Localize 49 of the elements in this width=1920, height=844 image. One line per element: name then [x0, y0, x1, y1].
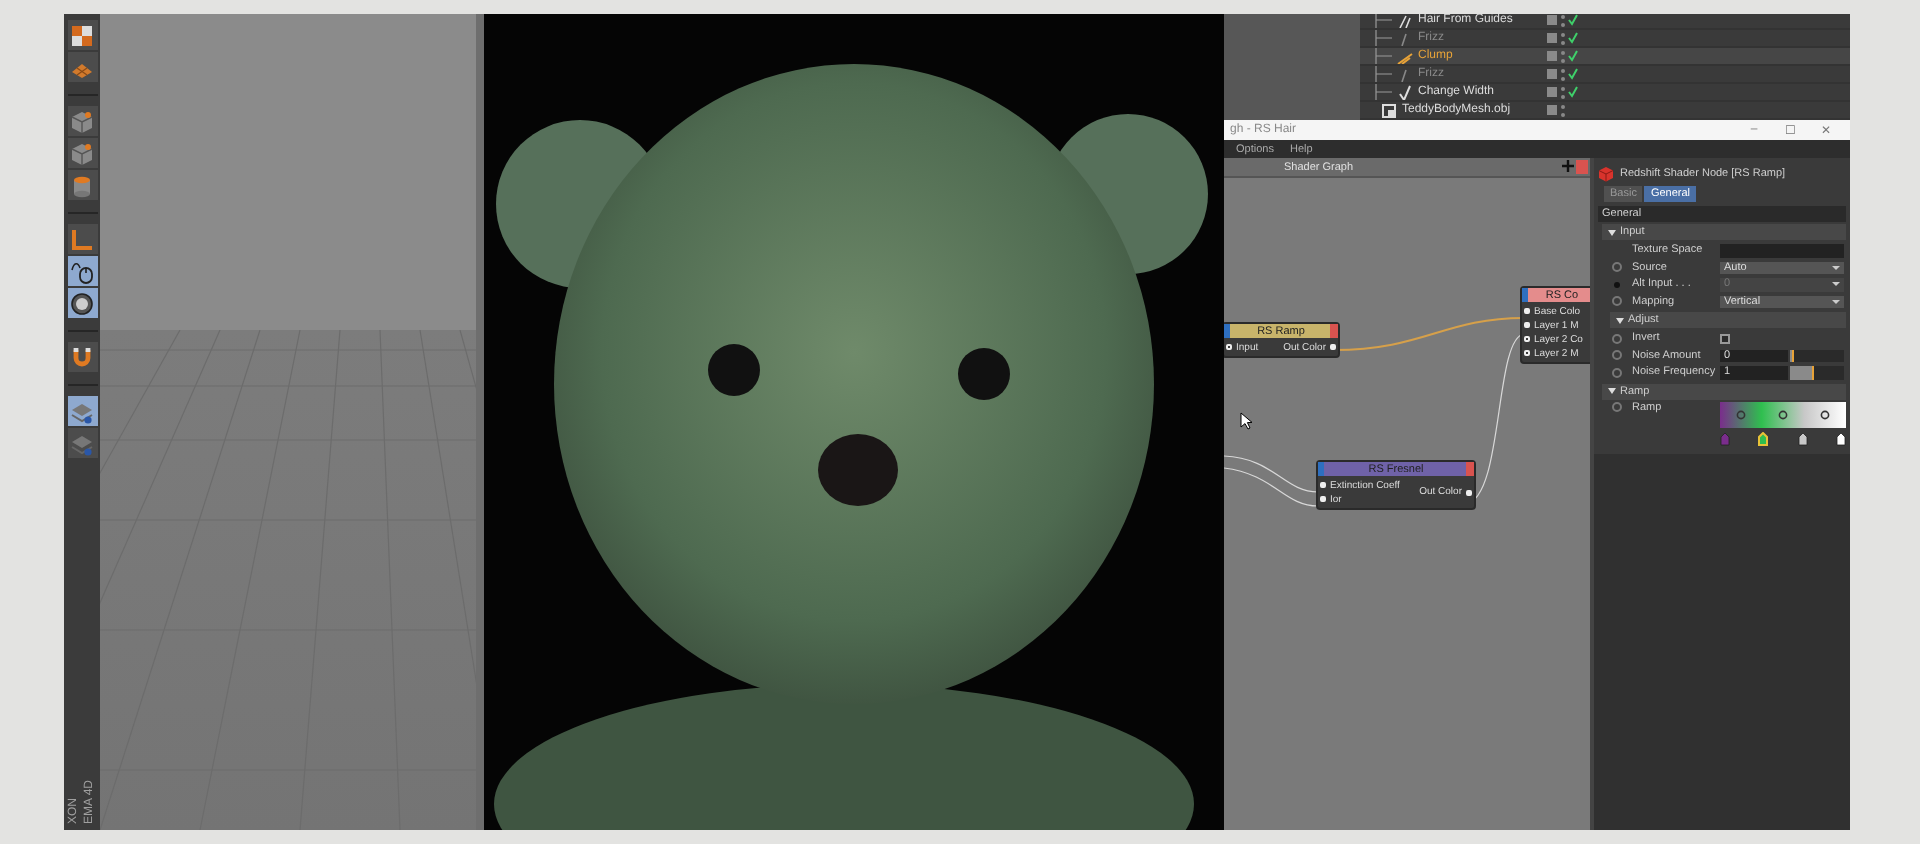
layers-icon	[70, 399, 94, 423]
layer-checkbox-icon[interactable]	[1546, 86, 1558, 98]
cube-icon	[70, 141, 94, 165]
tool-button[interactable]	[67, 256, 97, 286]
connection-wire	[1224, 455, 1319, 493]
keyframe-icon[interactable]	[1612, 401, 1622, 411]
corner-icon	[70, 227, 94, 251]
cube-icon	[1598, 165, 1614, 181]
midpoint-handle-icon[interactable]	[1778, 409, 1788, 419]
enabled-check-icon[interactable]	[1568, 14, 1578, 26]
layer-checkbox-icon[interactable]	[1546, 104, 1558, 116]
checker-icon	[70, 23, 94, 47]
enabled-check-icon[interactable]	[1568, 86, 1578, 98]
gradient-knot-icon[interactable]	[1797, 431, 1808, 445]
visibility-dots-icon[interactable]	[1560, 85, 1566, 99]
layers-icon	[70, 431, 94, 455]
text-field[interactable]	[1720, 244, 1844, 257]
checkbox[interactable]	[1720, 333, 1730, 344]
tool-button[interactable]	[67, 288, 97, 318]
layer-checkbox-icon[interactable]	[1546, 50, 1558, 62]
magnet-icon	[70, 345, 94, 369]
tool-button[interactable]	[67, 20, 97, 50]
expand-arrow-icon[interactable]	[1608, 229, 1616, 235]
cube-icon	[70, 109, 94, 133]
gradient-knot-icon[interactable]	[1835, 431, 1846, 445]
mesh-icon	[1380, 102, 1398, 118]
visibility-dots-icon[interactable]	[1560, 103, 1566, 117]
midpoint-handle-icon[interactable]	[1735, 409, 1746, 419]
s-circle-icon	[70, 291, 94, 315]
slider-fill[interactable]	[1790, 366, 1815, 379]
tool-button[interactable]	[67, 396, 97, 426]
midpoint-handle-icon[interactable]	[1820, 409, 1830, 419]
expand-arrow-icon[interactable]	[1616, 317, 1624, 323]
cursor-icon	[1240, 412, 1252, 430]
visibility-dots-icon[interactable]	[1560, 14, 1566, 27]
keyframe-icon[interactable]	[1612, 262, 1622, 273]
enabled-check-icon[interactable]	[1568, 50, 1578, 62]
visibility-dots-icon[interactable]	[1560, 49, 1566, 63]
move-icon[interactable]	[1562, 160, 1574, 172]
layer-checkbox-icon[interactable]	[1546, 14, 1558, 26]
keyframe-icon[interactable]	[1612, 296, 1622, 307]
mouse-icon	[70, 259, 94, 283]
comb-icon	[1396, 48, 1414, 64]
gradient-ramp[interactable]	[1720, 401, 1846, 427]
connection-wire	[1224, 467, 1319, 507]
expand-arrow-icon[interactable]	[1608, 388, 1616, 394]
tool-button[interactable]	[67, 342, 97, 372]
cylinder-icon	[70, 173, 94, 197]
tick-icon	[1396, 84, 1414, 100]
